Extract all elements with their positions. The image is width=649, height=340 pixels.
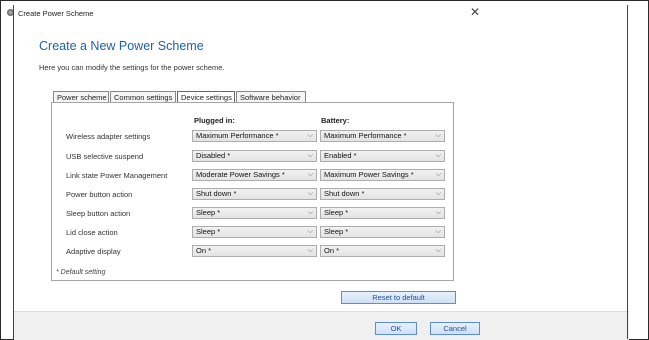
select-value: Maximum Performance *	[324, 131, 407, 140]
select-value: Moderate Power Savings *	[196, 170, 285, 179]
chevron-down-icon: ⌵	[435, 152, 441, 159]
reset-to-default-button[interactable]: Reset to default	[341, 291, 456, 304]
power-button-battery-select[interactable]: Shut down * ⌵	[320, 188, 445, 200]
select-value: Disabled *	[196, 151, 231, 160]
chevron-down-icon: ⌵	[435, 228, 441, 235]
dialog-button-bar	[14, 311, 629, 340]
select-value: Shut down *	[324, 189, 365, 198]
select-value: Maximum Power Savings *	[324, 170, 414, 179]
chevron-down-icon: ⌵	[435, 190, 441, 197]
chevron-down-icon: ⌵	[435, 209, 441, 216]
select-value: Enabled *	[324, 151, 357, 160]
select-value: Sleep *	[324, 227, 349, 236]
select-value: On *	[324, 246, 340, 255]
select-value: On *	[196, 246, 212, 255]
select-value: Sleep *	[324, 208, 349, 217]
select-value: Shut down *	[196, 189, 237, 198]
cancel-button[interactable]: Cancel	[430, 322, 480, 335]
link-state-plugged-select[interactable]: Moderate Power Savings * ⌵	[192, 169, 317, 181]
chevron-down-icon: ⌵	[307, 171, 313, 178]
row-label-lid-close-action: Lid close action	[66, 228, 118, 237]
usb-suspend-battery-select[interactable]: Enabled * ⌵	[320, 150, 445, 162]
ok-button[interactable]: OK	[375, 322, 417, 335]
usb-suspend-plugged-select[interactable]: Disabled * ⌵	[192, 150, 317, 162]
intro-text: Here you can modify the settings for the…	[39, 63, 225, 72]
chevron-down-icon: ⌵	[435, 132, 441, 139]
row-label-sleep-button-action: Sleep button action	[66, 209, 131, 218]
create-power-scheme-dialog: Create Power Scheme ✕ Create a New Power…	[0, 0, 649, 340]
row-label-link-state-power: Link state Power Management	[66, 171, 168, 180]
page-title: Create a New Power Scheme	[39, 39, 204, 53]
row-label-wireless-adapter: Wireless adapter settings	[66, 132, 151, 141]
default-setting-footnote: * Default setting	[56, 269, 106, 276]
adaptive-display-battery-select[interactable]: On * ⌵	[320, 245, 445, 257]
wireless-adapter-plugged-select[interactable]: Maximum Performance * ⌵	[192, 130, 317, 142]
chevron-down-icon: ⌵	[307, 209, 313, 216]
power-scheme-app-icon	[7, 9, 14, 16]
chevron-down-icon: ⌵	[307, 247, 313, 254]
sleep-button-battery-select[interactable]: Sleep * ⌵	[320, 207, 445, 219]
select-value: Sleep *	[196, 208, 221, 217]
select-value: Maximum Performance *	[196, 131, 279, 140]
close-icon: ✕	[469, 5, 481, 19]
sleep-button-plugged-select[interactable]: Sleep * ⌵	[192, 207, 317, 219]
power-button-plugged-select[interactable]: Shut down * ⌵	[192, 188, 317, 200]
close-button[interactable]: ✕	[467, 5, 483, 19]
wireless-adapter-battery-select[interactable]: Maximum Performance * ⌵	[320, 130, 445, 142]
chevron-down-icon: ⌵	[307, 152, 313, 159]
plugged-in-header: Plugged in:	[194, 116, 235, 125]
lid-close-battery-select[interactable]: Sleep * ⌵	[320, 226, 445, 238]
chevron-down-icon: ⌵	[307, 132, 313, 139]
window-title: Create Power Scheme	[18, 9, 94, 18]
chevron-down-icon: ⌵	[307, 228, 313, 235]
chevron-down-icon: ⌵	[307, 190, 313, 197]
link-state-battery-select[interactable]: Maximum Power Savings * ⌵	[320, 169, 445, 181]
chevron-down-icon: ⌵	[435, 247, 441, 254]
row-label-adaptive-display: Adaptive display	[66, 247, 121, 256]
title-bar: Create Power Scheme ✕	[1, 1, 648, 21]
row-label-power-button-action: Power button action	[66, 190, 133, 199]
adaptive-display-plugged-select[interactable]: On * ⌵	[192, 245, 317, 257]
row-label-usb-selective-suspend: USB selective suspend	[66, 152, 144, 161]
battery-header: Battery:	[321, 116, 350, 125]
chevron-down-icon: ⌵	[435, 171, 441, 178]
lid-close-plugged-select[interactable]: Sleep * ⌵	[192, 226, 317, 238]
select-value: Sleep *	[196, 227, 221, 236]
